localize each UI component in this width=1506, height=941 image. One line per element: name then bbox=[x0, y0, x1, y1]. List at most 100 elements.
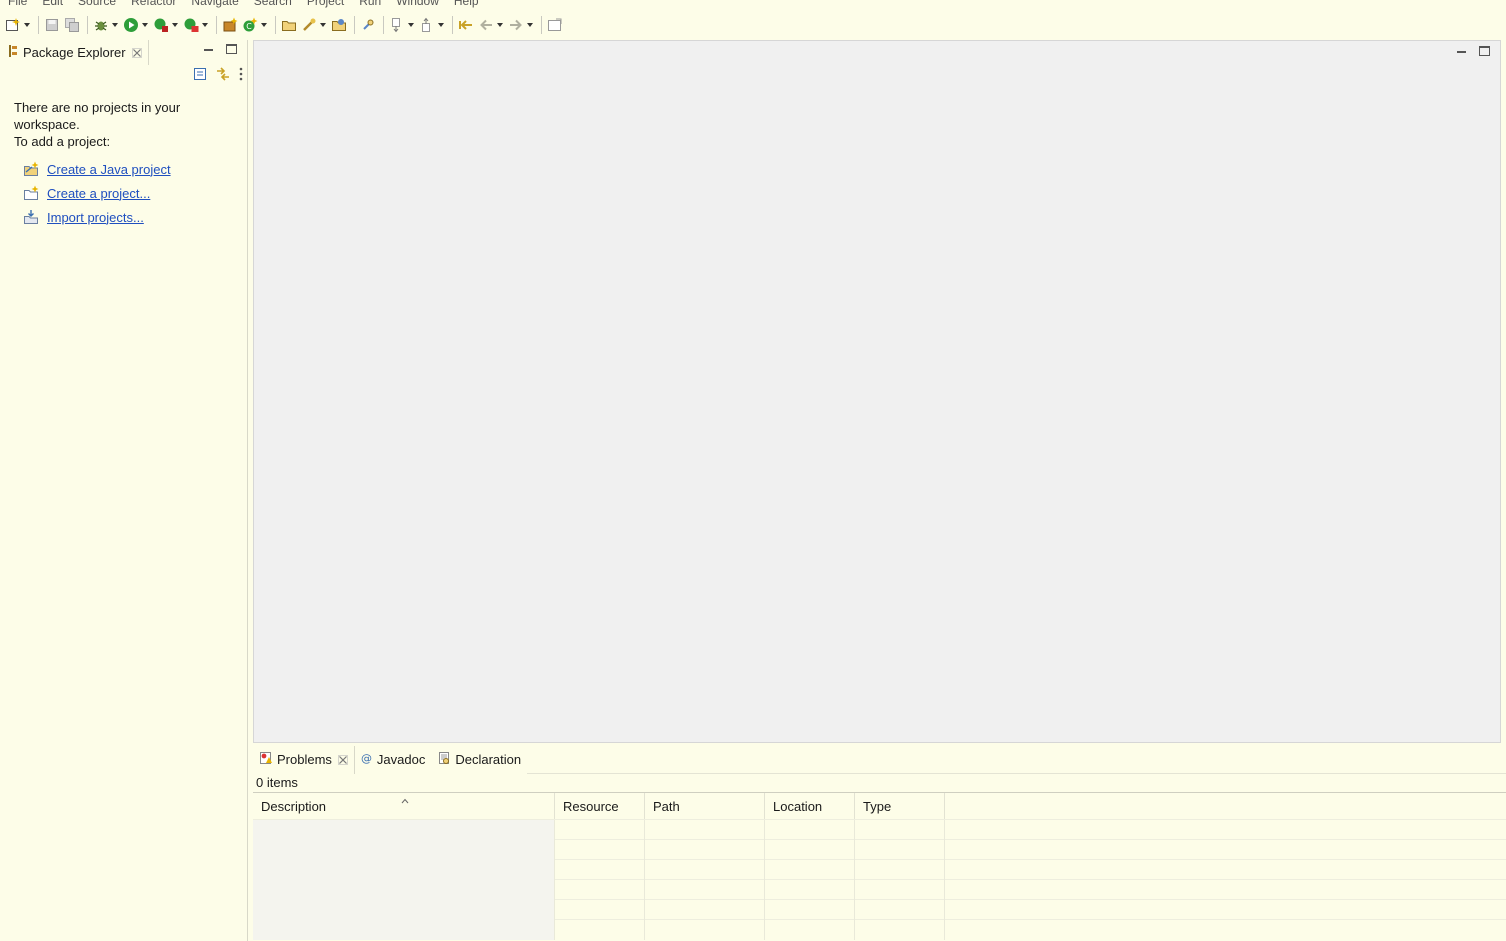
collapse-all-icon[interactable] bbox=[193, 67, 207, 84]
minimize-icon[interactable] bbox=[1457, 46, 1469, 58]
toolbar-separator bbox=[216, 16, 217, 34]
next-annotation-button[interactable] bbox=[388, 14, 416, 36]
menu-refactor[interactable]: Refactor bbox=[123, 0, 183, 8]
import-projects-row: Import projects... bbox=[23, 209, 144, 225]
previous-annotation-dropdown[interactable] bbox=[436, 16, 446, 34]
debug-button[interactable] bbox=[92, 14, 120, 36]
package-explorer-tabbar: Package Explorer bbox=[1, 40, 247, 65]
column-description[interactable]: Description bbox=[253, 793, 555, 819]
new-wizard-icon bbox=[4, 16, 22, 34]
back-dropdown[interactable] bbox=[495, 16, 505, 34]
table-row bbox=[253, 819, 1506, 840]
forward-dropdown[interactable] bbox=[525, 16, 535, 34]
maximize-icon[interactable] bbox=[226, 44, 237, 54]
external-tools-button[interactable] bbox=[182, 14, 210, 36]
empty-message-line: workspace. bbox=[14, 117, 80, 132]
bottom-tabbar: Problems @ Javadoc Declaration bbox=[253, 745, 1506, 774]
link-with-editor-icon[interactable] bbox=[215, 67, 231, 84]
tab-declaration-label: Declaration bbox=[455, 752, 522, 767]
menu-edit[interactable]: Edit bbox=[34, 0, 70, 8]
forward-button[interactable] bbox=[507, 14, 535, 36]
toolbar-separator bbox=[354, 16, 355, 34]
tab-package-explorer[interactable]: Package Explorer bbox=[1, 40, 149, 65]
save-all-button[interactable] bbox=[63, 14, 81, 36]
toolbar-separator bbox=[383, 16, 384, 34]
create-project-link[interactable]: Create a project... bbox=[47, 186, 150, 201]
column-location[interactable]: Location bbox=[765, 793, 855, 819]
forward-icon bbox=[507, 16, 525, 34]
toolbar-separator bbox=[275, 16, 276, 34]
tab-declaration[interactable]: Declaration bbox=[431, 745, 528, 774]
javadoc-icon: @ bbox=[361, 752, 373, 767]
column-resource[interactable]: Resource bbox=[555, 793, 645, 819]
bottom-panel: Problems @ Javadoc Declaration 0 items D… bbox=[253, 745, 1506, 941]
pin-editor-button[interactable] bbox=[546, 14, 564, 36]
toolbar-separator bbox=[87, 16, 88, 34]
search-button[interactable] bbox=[300, 14, 328, 36]
next-annotation-dropdown[interactable] bbox=[406, 16, 416, 34]
problems-item-count: 0 items bbox=[256, 775, 298, 790]
menu-run[interactable]: Run bbox=[351, 0, 388, 8]
back-button[interactable] bbox=[477, 14, 505, 36]
previous-annotation-button[interactable] bbox=[418, 14, 446, 36]
menu-source[interactable]: Source bbox=[70, 0, 123, 8]
table-row bbox=[253, 879, 1506, 900]
package-explorer-view: Package Explorer There are no projects i… bbox=[1, 40, 248, 941]
close-icon[interactable] bbox=[338, 754, 348, 765]
svg-text:C: C bbox=[246, 22, 252, 31]
back-icon bbox=[477, 16, 495, 34]
column-header-label: Path bbox=[653, 799, 680, 814]
package-explorer-icon bbox=[7, 44, 19, 61]
menu-window[interactable]: Window bbox=[388, 0, 446, 8]
new-java-project-icon bbox=[23, 161, 41, 177]
open-type-button[interactable] bbox=[280, 14, 298, 36]
editor-area[interactable] bbox=[253, 40, 1501, 743]
run-dropdown[interactable] bbox=[140, 16, 150, 34]
coverage-button[interactable] bbox=[152, 14, 180, 36]
new-java-class-button[interactable]: C bbox=[241, 14, 269, 36]
minimize-icon[interactable] bbox=[204, 44, 216, 56]
search-dropdown[interactable] bbox=[318, 16, 328, 34]
coverage-dropdown[interactable] bbox=[170, 16, 180, 34]
import-projects-link[interactable]: Import projects... bbox=[47, 210, 144, 225]
column-type[interactable]: Type bbox=[855, 793, 945, 819]
last-edit-location-icon bbox=[457, 16, 475, 34]
menu-file[interactable]: File bbox=[0, 0, 34, 8]
menu-project[interactable]: Project bbox=[299, 0, 351, 8]
toggle-mark-occurrences-icon bbox=[359, 16, 377, 34]
column-header-label: Location bbox=[773, 799, 823, 814]
problems-table: Description Resource Path Location Type bbox=[253, 792, 1506, 941]
run-icon bbox=[122, 16, 140, 34]
maximize-icon[interactable] bbox=[1479, 46, 1490, 56]
tab-javadoc-label: Javadoc bbox=[376, 752, 426, 767]
last-edit-location-button[interactable] bbox=[457, 14, 475, 36]
menu-navigate[interactable]: Navigate bbox=[183, 0, 245, 8]
sort-ascending-icon bbox=[401, 792, 409, 804]
save-button[interactable] bbox=[43, 14, 61, 36]
open-task-icon bbox=[330, 16, 348, 34]
open-task-button[interactable] bbox=[330, 14, 348, 36]
svg-text:@: @ bbox=[361, 752, 372, 764]
tab-problems[interactable]: Problems bbox=[253, 745, 355, 774]
new-java-package-button[interactable] bbox=[221, 14, 239, 36]
tab-javadoc[interactable]: @ Javadoc bbox=[354, 745, 432, 774]
package-explorer-title: Package Explorer bbox=[23, 45, 126, 60]
debug-dropdown[interactable] bbox=[110, 16, 120, 34]
external-tools-dropdown[interactable] bbox=[200, 16, 210, 34]
toolbar-separator bbox=[541, 16, 542, 34]
column-path[interactable]: Path bbox=[645, 793, 765, 819]
new-wizard-button[interactable] bbox=[4, 14, 32, 36]
menu-help[interactable]: Help bbox=[446, 0, 486, 8]
debug-icon bbox=[92, 16, 110, 34]
close-icon[interactable] bbox=[131, 47, 142, 58]
menu-search[interactable]: Search bbox=[246, 0, 299, 8]
tab-problems-label: Problems bbox=[277, 752, 332, 767]
create-project-row: Create a project... bbox=[23, 185, 150, 201]
view-menu-icon[interactable] bbox=[239, 67, 243, 84]
create-java-project-link[interactable]: Create a Java project bbox=[47, 162, 171, 177]
run-button[interactable] bbox=[122, 14, 150, 36]
new-wizard-dropdown[interactable] bbox=[22, 16, 32, 34]
save-icon bbox=[43, 16, 61, 34]
toggle-mark-occurrences-button[interactable] bbox=[359, 14, 377, 36]
new-java-class-dropdown[interactable] bbox=[259, 16, 269, 34]
